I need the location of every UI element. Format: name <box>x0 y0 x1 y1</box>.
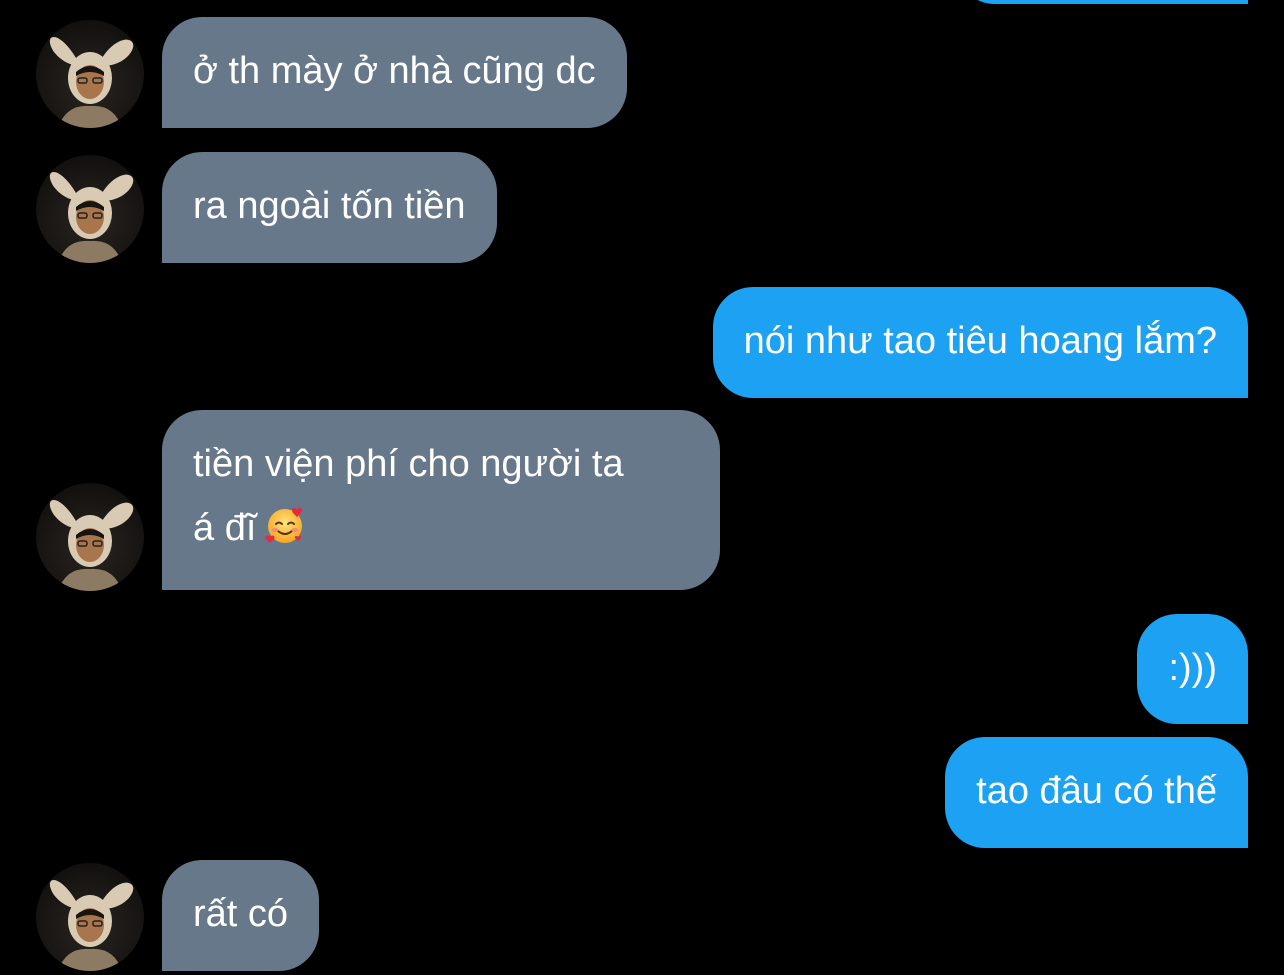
message-bubble-incoming[interactable]: rất có <box>162 860 320 971</box>
message-text: ra ngoài tốn tiền <box>193 185 466 227</box>
message-text-line-2: á đĩ <box>193 496 689 560</box>
message-bubble-outgoing[interactable]: :))) <box>1137 614 1248 724</box>
message-bubble-incoming[interactable]: tiền viện phí cho người ta á đĩ <box>162 410 720 590</box>
message-text: nói như tao tiêu hoang lắm? <box>743 320 1217 362</box>
chat-thread: ở th mày ở nhà cũng dc ra ngoài tốn tiền… <box>0 0 1284 975</box>
message-bubble-outgoing[interactable]: tao đâu có thế <box>945 737 1248 848</box>
message-text: :))) <box>1168 647 1217 689</box>
contact-avatar[interactable] <box>36 863 144 971</box>
message-text: tao đâu có thế <box>976 770 1217 812</box>
message-bubble-incoming[interactable]: ở th mày ở nhà cũng dc <box>162 17 627 128</box>
message-text: á đĩ <box>193 507 257 549</box>
message-text: ở th mày ở nhà cũng dc <box>193 50 596 92</box>
bunny-ears-avatar-icon <box>49 172 134 263</box>
contact-avatar[interactable] <box>36 20 144 128</box>
message-text: tiền viện phí cho người ta <box>193 443 624 485</box>
bunny-ears-avatar-icon <box>49 37 134 128</box>
bunny-ears-avatar-icon <box>49 880 134 971</box>
message-bubble-incoming[interactable]: ra ngoài tốn tiền <box>162 152 497 263</box>
previous-outgoing-bubble[interactable] <box>955 0 1248 4</box>
smiling-face-with-hearts-icon <box>265 507 303 543</box>
contact-avatar[interactable] <box>36 155 144 263</box>
bunny-ears-avatar-icon <box>49 500 134 591</box>
message-text: rất có <box>193 893 289 935</box>
message-bubble-outgoing[interactable]: nói như tao tiêu hoang lắm? <box>712 287 1248 398</box>
contact-avatar[interactable] <box>36 483 144 591</box>
